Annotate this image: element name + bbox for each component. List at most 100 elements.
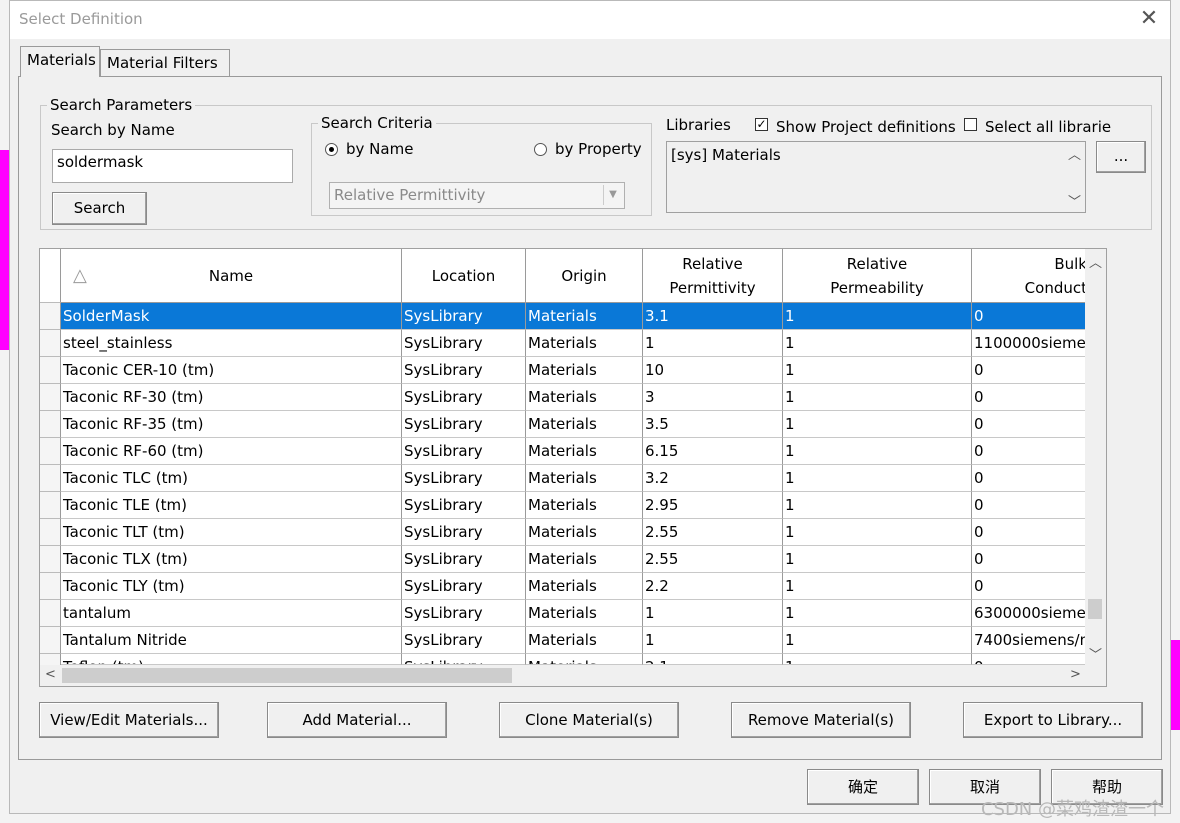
cell-bulk-conductivity[interactable]: 1100000siemer [972,330,1087,357]
add-material-button[interactable]: Add Material... [267,702,447,738]
cell-name[interactable]: steel_stainless [61,330,402,357]
column-header-location[interactable]: Location [402,249,526,303]
cell-origin[interactable]: Materials [526,600,643,627]
row-header[interactable] [40,357,61,384]
cell-origin[interactable]: Materials [526,654,643,665]
select-all-libraries-label[interactable]: Select all libraries [985,118,1111,136]
column-header-relative-permeability[interactable]: Relative Permeability [783,249,972,303]
show-project-checkbox[interactable]: ✓ [755,118,768,131]
ok-button[interactable]: 确定 [807,769,919,805]
cell-origin[interactable]: Materials [526,627,643,654]
cell-location[interactable]: SysLibrary [402,573,526,600]
cell-name[interactable]: tantalum [61,600,402,627]
cell-relative-permeability[interactable]: 1 [783,492,972,519]
horizontal-scrollbar[interactable]: < > [40,665,1106,686]
scroll-up-icon[interactable]: ︿ [1068,144,1081,163]
cell-relative-permittivity[interactable]: 10 [643,357,783,384]
row-header[interactable] [40,465,61,492]
cell-bulk-conductivity[interactable]: 0 [972,654,1087,665]
column-header-name[interactable]: △ Name [61,249,402,303]
cell-location[interactable]: SysLibrary [402,411,526,438]
cell-relative-permeability[interactable]: 1 [783,600,972,627]
cell-relative-permeability[interactable]: 1 [783,411,972,438]
row-header[interactable] [40,303,61,330]
cell-location[interactable]: SysLibrary [402,465,526,492]
cell-name[interactable]: Taconic RF-30 (tm) [61,384,402,411]
cell-bulk-conductivity[interactable]: 0 [972,411,1087,438]
cell-origin[interactable]: Materials [526,546,643,573]
cell-origin[interactable]: Materials [526,438,643,465]
browse-libraries-button[interactable]: ... [1096,141,1146,173]
scroll-right-icon[interactable]: > [1070,667,1081,682]
libraries-list[interactable]: [sys] Materials ︿ ﹀ [666,141,1086,213]
cell-bulk-conductivity[interactable]: 0 [972,573,1087,600]
library-item[interactable]: [sys] Materials [671,146,781,164]
cell-bulk-conductivity[interactable]: 0 [972,465,1087,492]
clone-material-button[interactable]: Clone Material(s) [499,702,679,738]
cell-name[interactable]: Taconic RF-35 (tm) [61,411,402,438]
cell-location[interactable]: SysLibrary [402,600,526,627]
cell-location[interactable]: SysLibrary [402,492,526,519]
cell-relative-permeability[interactable]: 1 [783,438,972,465]
cell-name[interactable]: SolderMask [61,303,402,330]
cell-location[interactable]: SysLibrary [402,519,526,546]
cell-relative-permittivity[interactable]: 6.15 [643,438,783,465]
cell-name[interactable]: Taconic TLX (tm) [61,546,402,573]
scroll-down-icon[interactable]: ﹀ [1089,644,1102,663]
cell-relative-permeability[interactable]: 1 [783,384,972,411]
cell-origin[interactable]: Materials [526,492,643,519]
row-header[interactable] [40,384,61,411]
cell-name[interactable]: Taconic TLE (tm) [61,492,402,519]
row-header[interactable] [40,627,61,654]
cell-location[interactable]: SysLibrary [402,546,526,573]
cell-origin[interactable]: Materials [526,303,643,330]
cell-name[interactable]: Teflon (tm) [61,654,402,665]
vertical-scrollbar[interactable]: ︿ ﹀ [1085,249,1106,665]
row-header[interactable] [40,492,61,519]
by-property-label[interactable]: by Property [555,140,642,158]
export-to-library-button[interactable]: Export to Library... [963,702,1143,738]
cell-origin[interactable]: Materials [526,519,643,546]
scroll-left-icon[interactable]: < [45,667,56,682]
cell-relative-permittivity[interactable]: 2.55 [643,519,783,546]
cell-bulk-conductivity[interactable]: 0 [972,438,1087,465]
cell-origin[interactable]: Materials [526,330,643,357]
cell-origin[interactable]: Materials [526,465,643,492]
cell-relative-permeability[interactable]: 1 [783,303,972,330]
cell-name[interactable]: Taconic TLY (tm) [61,573,402,600]
cell-origin[interactable]: Materials [526,573,643,600]
cell-location[interactable]: SysLibrary [402,627,526,654]
cell-relative-permeability[interactable]: 1 [783,654,972,665]
row-header[interactable] [40,573,61,600]
close-icon[interactable]: ✕ [1138,8,1160,30]
cell-relative-permittivity[interactable]: 3.5 [643,411,783,438]
cell-name[interactable]: Taconic RF-60 (tm) [61,438,402,465]
cell-relative-permittivity[interactable]: 3 [643,384,783,411]
row-header[interactable] [40,546,61,573]
cell-relative-permittivity[interactable]: 1 [643,627,783,654]
tab-materials[interactable]: Materials [20,46,100,77]
cell-bulk-conductivity[interactable]: 0 [972,357,1087,384]
cell-bulk-conductivity[interactable]: 0 [972,384,1087,411]
cell-relative-permittivity[interactable]: 3.1 [643,303,783,330]
cell-name[interactable]: Taconic CER-10 (tm) [61,357,402,384]
cell-bulk-conductivity[interactable]: 0 [972,546,1087,573]
cell-location[interactable]: SysLibrary [402,438,526,465]
cell-relative-permittivity[interactable]: 3.2 [643,465,783,492]
search-button[interactable]: Search [52,192,147,225]
cell-relative-permeability[interactable]: 1 [783,330,972,357]
cell-origin[interactable]: Materials [526,411,643,438]
view-edit-materials-button[interactable]: View/Edit Materials... [39,702,219,738]
row-header[interactable] [40,600,61,627]
row-header[interactable] [40,411,61,438]
search-name-input[interactable]: soldermask [52,149,293,183]
cell-origin[interactable]: Materials [526,357,643,384]
by-name-label[interactable]: by Name [346,140,413,158]
cell-name[interactable]: Taconic TLC (tm) [61,465,402,492]
horizontal-scroll-thumb[interactable] [62,668,512,683]
cell-relative-permittivity[interactable]: 2.55 [643,546,783,573]
cell-relative-permeability[interactable]: 1 [783,627,972,654]
cell-bulk-conductivity[interactable]: 0 [972,303,1087,330]
cell-bulk-conductivity[interactable]: 7400siemens/m [972,627,1087,654]
row-header[interactable] [40,438,61,465]
